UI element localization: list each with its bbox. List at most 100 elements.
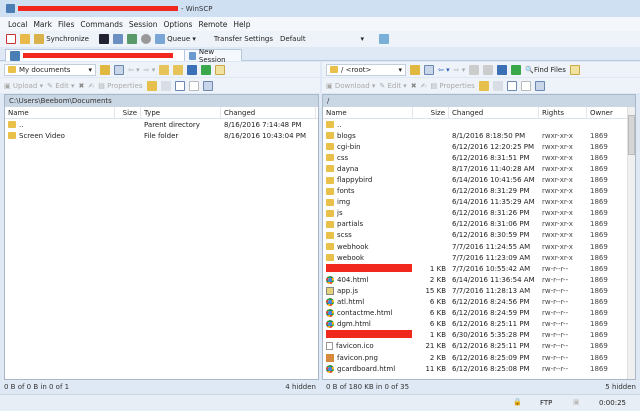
file-row[interactable]: favicon.png 2 KB 6/12/2016 8:25:09 PM rw-r-… <box>323 352 635 363</box>
tab-new-session[interactable]: New Session <box>184 48 242 64</box>
file-row[interactable]: fonts 6/12/2016 8:31:29 PM rwxr-xr-x 1869 <box>323 186 635 197</box>
filter-icon[interactable] <box>114 64 124 75</box>
sync-browse-icon[interactable] <box>20 34 30 44</box>
file-row[interactable]: .. <box>323 119 635 130</box>
column-header-type[interactable]: Type <box>141 107 221 118</box>
unselect-icon[interactable] <box>520 80 531 91</box>
preferences-icon[interactable] <box>126 34 137 44</box>
vertical-scrollbar[interactable] <box>627 107 635 379</box>
rename-icon[interactable]: ✍ <box>421 82 427 90</box>
root-dir-icon[interactable] <box>483 64 494 75</box>
file-row[interactable]: Screen Video File folder 8/16/2016 10:43:0… <box>5 130 318 141</box>
file-row[interactable]: atl.html 6 KB 6/12/2016 8:24:56 PM rw-r--r-… <box>323 297 635 308</box>
home-icon[interactable] <box>187 64 198 75</box>
left-location-select[interactable]: My documents ▾ <box>4 63 96 76</box>
open-folder-icon[interactable] <box>410 64 420 75</box>
file-row[interactable]: flappybird 6/14/2016 10:41:56 AM rwxr-xr-x… <box>323 174 635 185</box>
file-row[interactable]: cgi-bin 6/12/2016 12:20:25 PM rwxr-xr-x 186… <box>323 141 635 152</box>
open-folder-icon[interactable] <box>100 64 110 75</box>
file-row[interactable]: webhook 7/7/2016 11:24:55 AM rwxr-xr-x 1869 <box>323 241 635 252</box>
file-row[interactable]: contactme.html 6 KB 6/12/2016 8:24:59 PM rw… <box>323 308 635 319</box>
home-icon[interactable] <box>497 64 508 75</box>
tab-current-session[interactable] <box>5 49 195 61</box>
parent-dir-icon[interactable] <box>159 64 170 75</box>
menu-local[interactable]: Local <box>8 20 27 29</box>
file-row[interactable]: js 6/12/2016 8:31:26 PM rwxr-xr-x 1869 <box>323 208 635 219</box>
cell-size: 21 KB <box>413 342 449 350</box>
delete-icon[interactable]: ✖ <box>411 82 417 90</box>
select-all-icon[interactable] <box>506 80 517 91</box>
file-row[interactable]: 1 KB 7/7/2016 10:55:42 AM rw-r--r-- 1869 <box>323 263 635 274</box>
compare-icon[interactable] <box>6 34 16 44</box>
filter-icon[interactable] <box>424 64 434 75</box>
menu-mark[interactable]: Mark <box>33 20 52 29</box>
column-header-changed[interactable]: Changed <box>221 107 316 118</box>
upload-button[interactable]: ▣ Upload ▾ <box>4 82 43 90</box>
file-row[interactable]: dgm.html 6 KB 6/12/2016 8:25:11 PM rw-r--r-… <box>323 319 635 330</box>
menu-session[interactable]: Session <box>129 20 158 29</box>
root-dir-icon[interactable] <box>173 64 184 75</box>
find-files-button[interactable]: 🔍Find Files <box>525 66 566 74</box>
file-row[interactable]: webook 7/7/2016 11:23:09 AM rwxr-xr-x 1869 <box>323 252 635 263</box>
gear-icon[interactable] <box>140 34 151 44</box>
edit-button[interactable]: ✎ Edit ▾ <box>47 82 74 90</box>
synchronize-button[interactable]: Synchronize <box>34 34 89 44</box>
column-header-size[interactable]: Size <box>413 107 449 118</box>
folder-icon <box>326 243 334 251</box>
file-row[interactable]: 404.html 2 KB 6/14/2016 11:36:54 AM rw-r--r… <box>323 274 635 285</box>
menu-options[interactable]: Options <box>164 20 193 29</box>
column-header-size[interactable]: Size <box>115 107 141 118</box>
forward-button[interactable]: ⇨ ▾ <box>144 66 156 74</box>
file-row[interactable]: blogs 8/1/2016 8:18:50 PM rwxr-xr-x 1869 <box>323 130 635 141</box>
file-row[interactable]: gcardboard.html 11 KB 6/12/2016 8:25:08 PM… <box>323 363 635 374</box>
menu-remote[interactable]: Remote <box>198 20 227 29</box>
file-row[interactable]: css 6/12/2016 8:31:51 PM rwxr-xr-x 1869 <box>323 152 635 163</box>
file-row[interactable]: 1 KB 6/30/2016 5:35:28 PM rw-r--r-- 1869 <box>323 330 635 341</box>
select-all-icon[interactable] <box>174 80 185 91</box>
putty-icon[interactable] <box>112 34 123 44</box>
edit-button[interactable]: ✎ Edit ▾ <box>379 82 406 90</box>
file-row[interactable]: img 6/14/2016 11:35:29 AM rwxr-xr-x 1869 <box>323 197 635 208</box>
back-button[interactable]: ⇦ ▾ <box>128 66 140 74</box>
file-row[interactable]: dayna 8/17/2016 11:40:28 AM rwxr-xr-x 1869 <box>323 163 635 174</box>
new-folder-icon[interactable] <box>478 80 489 91</box>
menu-files[interactable]: Files <box>58 20 74 29</box>
column-header-name[interactable]: Name <box>5 107 115 118</box>
back-button[interactable]: ⇦ ▾ <box>438 66 450 74</box>
scrollbar-thumb[interactable] <box>628 115 635 155</box>
new-file-icon[interactable] <box>492 80 503 91</box>
column-header-rights[interactable]: Rights <box>539 107 587 118</box>
file-row[interactable]: partials 6/12/2016 8:31:06 PM rwxr-xr-x 186… <box>323 219 635 230</box>
properties-button[interactable]: ▤ Properties <box>98 82 142 90</box>
column-header-changed[interactable]: Changed <box>449 107 539 118</box>
filter-icon[interactable] <box>534 80 545 91</box>
forward-button[interactable]: ⇨ ▾ <box>454 66 466 74</box>
refresh-icon[interactable] <box>511 64 522 75</box>
column-header-owner[interactable]: Owner <box>587 107 629 118</box>
column-header-name[interactable]: Name <box>323 107 413 118</box>
network-icon[interactable] <box>379 34 389 44</box>
terminal-icon[interactable] <box>98 34 109 44</box>
cell-changed: 8/1/2016 8:18:50 PM <box>449 132 539 140</box>
file-row[interactable]: favicon.ico 21 KB 6/12/2016 8:25:11 PM rw-r… <box>323 341 635 352</box>
filter-icon[interactable] <box>202 80 213 91</box>
queue-button[interactable]: Queue ▾ <box>154 34 196 44</box>
tree-icon[interactable] <box>569 64 580 75</box>
tree-icon[interactable] <box>215 64 226 75</box>
transfer-settings-select[interactable]: Default ▾ <box>277 33 367 45</box>
unselect-icon[interactable] <box>188 80 199 91</box>
menu-help[interactable]: Help <box>233 20 250 29</box>
refresh-icon[interactable] <box>201 64 212 75</box>
delete-icon[interactable]: ✖ <box>79 82 85 90</box>
parent-dir-icon[interactable] <box>469 64 480 75</box>
file-row[interactable]: .. Parent directory 8/16/2016 7:14:48 PM <box>5 119 318 130</box>
new-file-icon[interactable] <box>160 80 171 91</box>
rename-icon[interactable]: ✍ <box>88 82 94 90</box>
properties-button[interactable]: ▤ Properties <box>431 82 475 90</box>
file-row[interactable]: app.js 15 KB 7/7/2016 11:28:13 AM rw-r--r--… <box>323 285 635 296</box>
right-location-select[interactable]: / <root> ▾ <box>326 63 406 76</box>
file-row[interactable]: scss 6/12/2016 8:30:59 PM rwxr-xr-x 1869 <box>323 230 635 241</box>
download-button[interactable]: ▣ Download ▾ <box>326 82 375 90</box>
menu-commands[interactable]: Commands <box>80 20 122 29</box>
new-folder-icon[interactable] <box>146 80 157 91</box>
